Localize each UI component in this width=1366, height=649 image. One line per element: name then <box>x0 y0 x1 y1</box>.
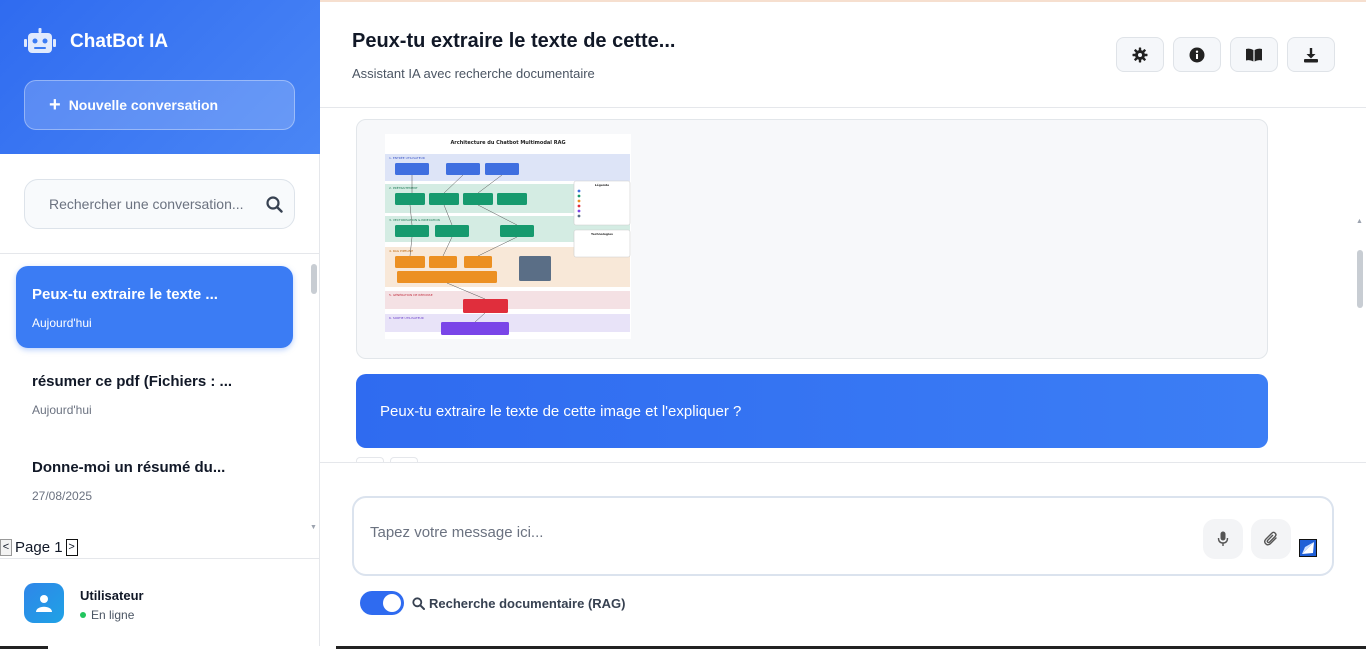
next-page-button[interactable]: > <box>65 538 78 556</box>
message-composer <box>352 496 1334 576</box>
page-subtitle: Assistant IA avec recherche documentaire <box>352 66 595 81</box>
new-conversation-label: Nouvelle conversation <box>68 97 219 113</box>
settings-button[interactable] <box>1116 37 1164 72</box>
previous-page-button[interactable]: < <box>0 538 12 556</box>
user-icon <box>36 595 52 612</box>
conversation-title: Peux-tu extraire le texte ... <box>32 286 218 303</box>
diagram-section-label: 3. VECTORISATION & INDEXATION <box>389 218 440 222</box>
conversation-date: 27/08/2025 <box>32 489 93 503</box>
page-label: Page 1 <box>15 538 63 556</box>
diagram-section-label: 6. SORTIE UTILISATEUR <box>389 316 424 320</box>
conversation-search-input[interactable] <box>25 196 254 212</box>
diagram-section-label: 4. RAG PIPELINE <box>389 249 413 253</box>
new-conversation-button[interactable]: + Nouvelle conversation <box>24 80 295 130</box>
sidebar: ChatBot IA + Nouvelle conversation Peux-… <box>0 0 320 649</box>
user-status-label: En ligne <box>91 608 135 622</box>
send-icon <box>1302 542 1314 554</box>
export-button[interactable] <box>1287 37 1335 72</box>
toggle-knob <box>383 594 401 612</box>
conversation-title: Donne-moi un résumé du... <box>32 459 226 476</box>
diagram-section-label: 1. ENTRÉE UTILISATEUR <box>389 155 425 160</box>
composer-area: Recherche documentaire (RAG) <box>320 462 1366 649</box>
scroll-down-arrow-icon[interactable]: ▼ <box>310 524 317 531</box>
brand-name: ChatBot IA <box>70 31 169 52</box>
diagram-tech-title: Technologies <box>591 232 613 236</box>
search-icon <box>412 596 425 610</box>
page-title: Peux-tu extraire le texte de cette... <box>352 30 676 52</box>
message-thread: Architecture du Chatbot Multimodal RAG 1… <box>320 108 1366 462</box>
diagram-section-label: 5. GÉNÉRATION DE RÉPONSE <box>389 292 433 297</box>
info-button[interactable] <box>1173 37 1221 72</box>
download-icon <box>1304 47 1318 62</box>
architecture-diagram-image[interactable]: Architecture du Chatbot Multimodal RAG 1… <box>385 134 631 339</box>
conversation-date: Aujourd'hui <box>32 316 92 330</box>
pagination: < Page 1 > <box>0 537 78 557</box>
gear-icon <box>1132 47 1148 62</box>
avatar[interactable] <box>24 583 64 623</box>
user-status: En ligne <box>80 608 134 622</box>
rag-toggle-row: Recherche documentaire (RAG) <box>360 591 626 615</box>
brand: ChatBot IA <box>24 28 168 56</box>
conversation-item[interactable]: résumer ce pdf (Fichiers : ... Aujourd'h… <box>16 353 293 435</box>
attach-file-button[interactable] <box>1251 519 1291 559</box>
user-name: Utilisateur <box>80 588 144 603</box>
conversation-date: Aujourd'hui <box>32 403 92 417</box>
sidebar-header: ChatBot IA + Nouvelle conversation <box>0 0 320 154</box>
diagram-legend-title: Légende <box>595 183 609 187</box>
app-window: ChatBot IA + Nouvelle conversation Peux-… <box>0 0 1366 649</box>
documents-button[interactable] <box>1230 37 1278 72</box>
conversation-item[interactable]: Donne-moi un résumé du... 27/08/2025 <box>16 439 293 521</box>
info-icon <box>1189 47 1205 62</box>
chat-header: Peux-tu extraire le texte de cette... As… <box>320 2 1366 108</box>
scroll-up-arrow-icon[interactable]: ▲ <box>1356 218 1363 225</box>
robot-icon <box>24 28 56 53</box>
voice-input-button[interactable] <box>1203 519 1243 559</box>
image-attachment-card: Architecture du Chatbot Multimodal RAG 1… <box>356 119 1268 359</box>
message-input[interactable] <box>370 524 1170 552</box>
diagram-title: Architecture du Chatbot Multimodal RAG <box>450 140 565 146</box>
user-panel: Utilisateur En ligne <box>0 558 320 649</box>
rag-label: Recherche documentaire (RAG) <box>412 596 626 611</box>
conversation-title: résumer ce pdf (Fichiers : ... <box>32 373 233 390</box>
book-icon <box>1246 48 1262 61</box>
paperclip-icon <box>1263 531 1277 546</box>
conversation-search <box>24 179 295 229</box>
plus-icon: + <box>49 94 61 116</box>
chat-main: Peux-tu extraire le texte de cette... As… <box>320 0 1366 649</box>
chat-scrollbar-thumb[interactable] <box>1357 250 1363 308</box>
rag-label-text: Recherche documentaire (RAG) <box>429 595 626 611</box>
user-message-bubble: Peux-tu extraire le texte de cette image… <box>356 374 1268 448</box>
rag-toggle[interactable] <box>360 591 404 615</box>
search-icon[interactable] <box>254 195 294 213</box>
user-message-text: Peux-tu extraire le texte de cette image… <box>380 402 742 420</box>
microphone-icon <box>1217 531 1229 546</box>
conversation-item[interactable]: Peux-tu extraire le texte ... Aujourd'hu… <box>16 266 293 348</box>
sidebar-scrollbar-thumb[interactable] <box>311 264 317 294</box>
online-dot-icon <box>80 612 86 618</box>
diagram-section-label: 2. PRÉTRAITEMENT <box>389 185 418 190</box>
conversation-list: Peux-tu extraire le texte ... Aujourd'hu… <box>0 254 320 534</box>
header-actions <box>1116 37 1335 72</box>
send-button[interactable] <box>1299 539 1317 557</box>
